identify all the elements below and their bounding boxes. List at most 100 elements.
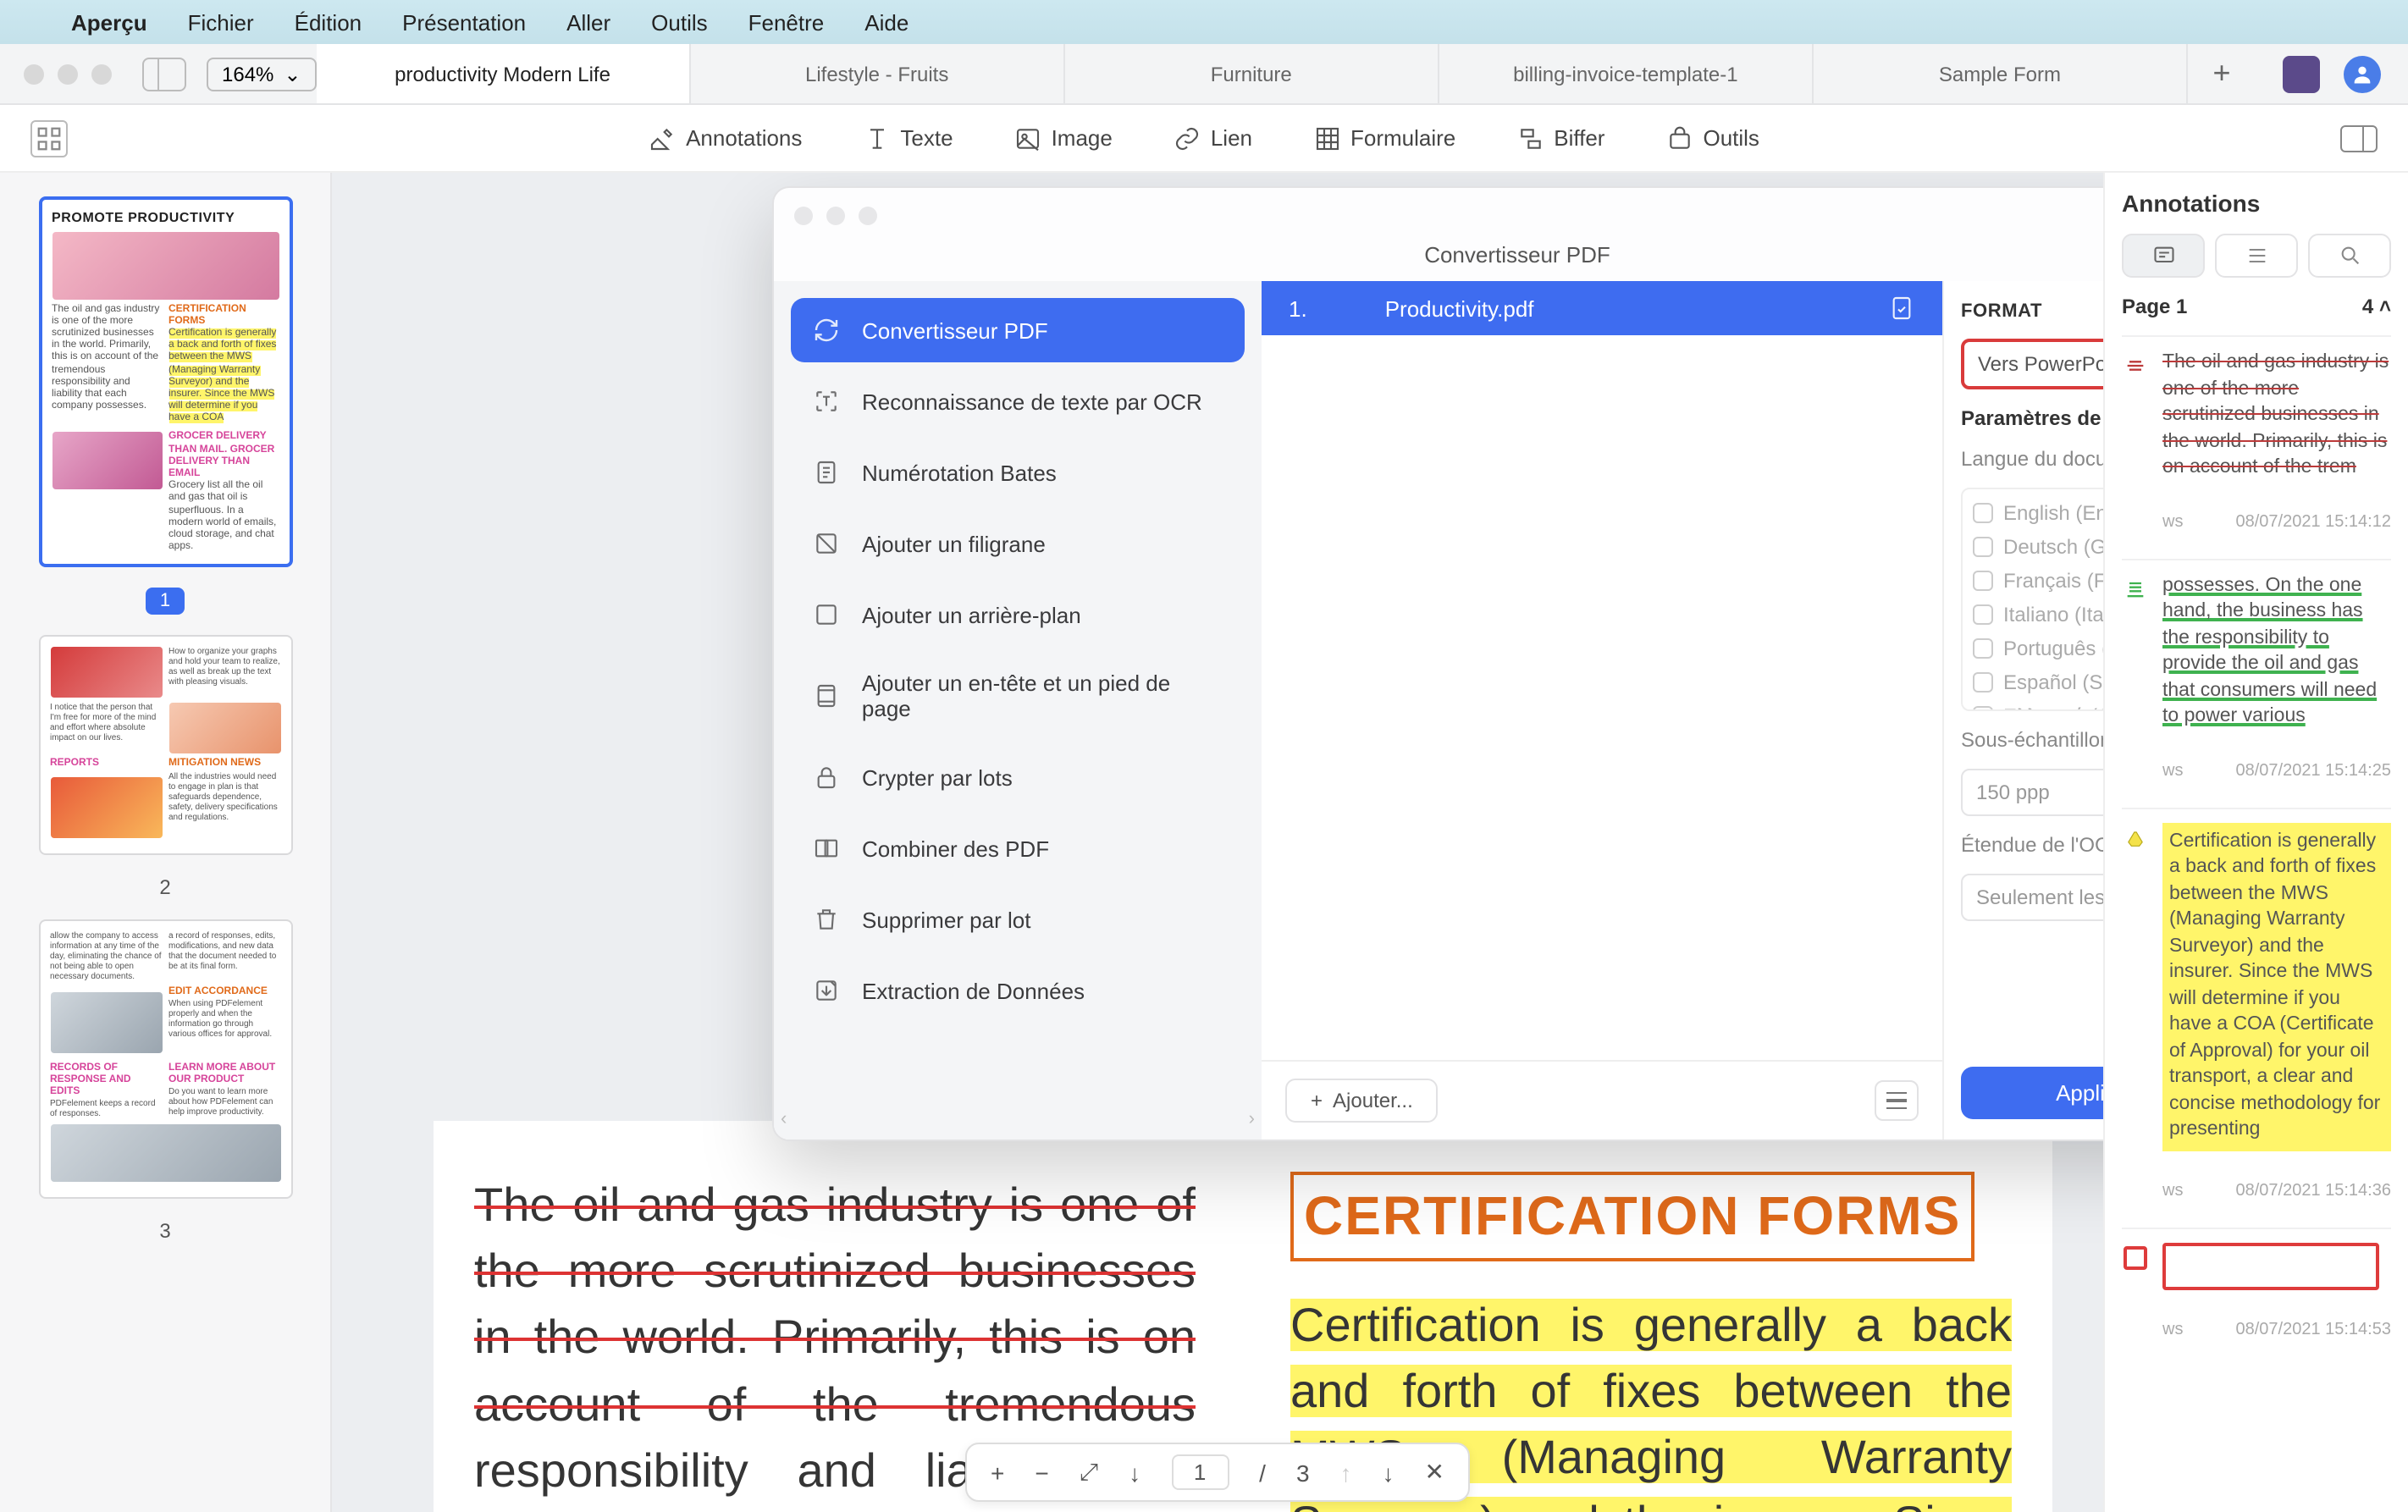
thumbnail-page-1[interactable]: PROMOTE PRODUCTIVITY The oil and gas ind… — [38, 196, 292, 568]
sidebar-item-ocr[interactable]: Reconnaissance de texte par OCR — [791, 369, 1245, 433]
app-name[interactable]: Aperçu — [71, 9, 147, 35]
sidebar-item-entete[interactable]: Ajouter un en-tête et un pied de page — [791, 654, 1245, 738]
dialog-title: Convertisseur PDF — [774, 242, 2103, 281]
lang-option[interactable]: Deutsch (German) — [1973, 530, 2103, 564]
annotation-card-underline[interactable]: possesses. On the one hand, the business… — [2122, 558, 2391, 741]
sidebar-item-arriere-plan[interactable]: Ajouter un arrière-plan — [791, 582, 1245, 647]
sidebar-item-crypter[interactable]: Crypter par lots — [791, 745, 1245, 809]
file-row[interactable]: 1. Productivity.pdf — [1262, 281, 1942, 335]
zoom-select[interactable]: 164% ⌄ — [207, 57, 317, 91]
lang-option[interactable]: Italiano (Italian) — [1973, 598, 2103, 632]
plus-icon: + — [1311, 1089, 1323, 1112]
tool-image[interactable]: Image — [1014, 124, 1113, 152]
annotation-card-strike[interactable]: The oil and gas industry is one of the m… — [2122, 335, 2391, 492]
language-list[interactable]: English (English) Deutsch (German) Franç… — [1961, 488, 2103, 711]
tab-billing[interactable]: billing-invoice-template-1 — [1439, 44, 1814, 103]
lang-option[interactable]: Español (Spanish) — [1973, 665, 2103, 699]
menu-outils[interactable]: Outils — [651, 9, 707, 35]
document-icon — [1888, 295, 1915, 322]
sidebar-item-filigrane[interactable]: Ajouter un filigrane — [791, 511, 1245, 576]
fit-width-icon[interactable]: ⤢ — [1080, 1458, 1098, 1487]
thumbnail-view-icon[interactable] — [30, 119, 68, 157]
lock-icon — [811, 762, 842, 792]
sidebar-toggle-icon[interactable] — [142, 57, 186, 91]
lang-option[interactable]: Français (French) — [1973, 564, 2103, 598]
thumbnail-page-3[interactable]: allow the company to access information … — [38, 919, 292, 1199]
chevron-up-icon: ˄ — [2379, 295, 2391, 318]
sidebar-item-combiner[interactable]: Combiner des PDF — [791, 816, 1245, 880]
tab-lifestyle[interactable]: Lifestyle - Fruits — [691, 44, 1065, 103]
annotation-card-rectangle[interactable] — [2122, 1228, 2391, 1300]
prev-page-button[interactable]: ↑ — [1340, 1459, 1352, 1486]
highlight-icon — [2122, 822, 2149, 1151]
right-panel-toggle-icon[interactable] — [2340, 124, 2378, 152]
menu-fichier[interactable]: Fichier — [188, 9, 254, 35]
document-stage[interactable]: The oil and gas industry is one of the m… — [332, 173, 2103, 1512]
page-input[interactable]: 1 — [1171, 1454, 1229, 1490]
thumbnail-sidebar: PROMOTE PRODUCTIVITY The oil and gas ind… — [0, 173, 332, 1512]
zoom-icon[interactable] — [91, 63, 112, 84]
subsample-label: Sous-échantillonner à — [1961, 728, 2103, 752]
ocr-range-select[interactable]: Seulement les PDFs nu... ⌄ — [1961, 874, 2103, 921]
menu-aller[interactable]: Aller — [566, 9, 610, 35]
tool-lien[interactable]: Lien — [1174, 124, 1252, 152]
selected-page-badge: 1 — [146, 588, 184, 615]
zoom-out-button[interactable]: − — [1035, 1459, 1048, 1486]
resize-handle-icon[interactable]: › — [1249, 1109, 1255, 1129]
apply-button[interactable]: Appliquer — [1961, 1067, 2103, 1119]
format-select[interactable]: Vers PowerPoint (.pptx) ⌄ — [1961, 339, 2103, 389]
tool-outils[interactable]: Outils — [1665, 124, 1759, 152]
search-annotations-button[interactable] — [2308, 234, 2391, 278]
list-options-button[interactable] — [1875, 1080, 1919, 1121]
tool-biffer[interactable]: Biffer — [1516, 124, 1604, 152]
app-icon[interactable] — [2283, 55, 2320, 92]
resize-handle-icon[interactable]: ‹ — [781, 1109, 787, 1129]
zoom-in-button[interactable]: + — [991, 1459, 1004, 1486]
view-comments-button[interactable] — [2122, 234, 2205, 278]
menu-presentation[interactable]: Présentation — [402, 9, 526, 35]
tab-productivity[interactable]: productivity Modern Life — [317, 44, 691, 103]
lang-option[interactable]: Ελληνικά (Greek) — [1973, 699, 2103, 711]
sidebar-item-extraction[interactable]: Extraction de Données — [791, 958, 1245, 1023]
menu-aide[interactable]: Aide — [864, 9, 909, 35]
tab-furniture[interactable]: Furniture — [1065, 44, 1439, 103]
sidebar-item-convertisseur[interactable]: Convertisseur PDF — [791, 298, 1245, 362]
dialog-close-icon[interactable] — [794, 206, 813, 224]
annotations-title: Annotations — [2122, 190, 2391, 217]
minimize-icon[interactable] — [58, 63, 78, 84]
add-file-button[interactable]: + Ajouter... — [1285, 1079, 1439, 1123]
tool-annotations[interactable]: Annotations — [649, 124, 802, 152]
next-page-button[interactable]: ↓ — [1383, 1459, 1395, 1486]
tab-sample-form[interactable]: Sample Form — [1814, 44, 2188, 103]
dialog-minimize-icon[interactable] — [826, 206, 845, 224]
lang-option[interactable]: Português (Portuguese) — [1973, 632, 2103, 665]
tool-texte[interactable]: Texte — [863, 124, 953, 152]
menu-fenetre[interactable]: Fenêtre — [748, 9, 825, 35]
macos-menubar: Aperçu Fichier Édition Présentation Alle… — [0, 0, 2408, 44]
trash-icon — [811, 904, 842, 935]
view-list-button[interactable] — [2215, 234, 2298, 278]
new-tab-button[interactable]: + — [2188, 56, 2256, 91]
user-avatar-icon[interactable] — [2344, 55, 2381, 92]
rect-annotation-preview — [2162, 1243, 2379, 1290]
file-list-empty[interactable] — [1262, 335, 1942, 1060]
thumbnail-page-2[interactable]: How to organize your graphs and hold you… — [38, 636, 292, 854]
subsample-select[interactable]: 150 ppp ⌄ — [1961, 769, 2103, 816]
sidebar-item-supprimer[interactable]: Supprimer par lot — [791, 887, 1245, 952]
lang-option[interactable]: English (English) — [1973, 496, 2103, 530]
traffic-lights[interactable] — [24, 63, 112, 84]
annotations-page-header[interactable]: Page 1 4 ˄ — [2122, 295, 2391, 318]
chevron-down-icon: ⌄ — [284, 62, 301, 86]
annotation-card-highlight[interactable]: Certification is generally a back and fo… — [2122, 807, 2391, 1161]
tool-formulaire[interactable]: Formulaire — [1313, 124, 1455, 152]
page-number-3: 3 — [159, 1219, 170, 1243]
menu-edition[interactable]: Édition — [295, 9, 362, 35]
dialog-zoom-icon[interactable] — [859, 206, 877, 224]
close-bar-button[interactable]: ✕ — [1425, 1458, 1444, 1487]
scroll-down-icon[interactable]: ↓ — [1129, 1459, 1140, 1486]
dialog-titlebar[interactable] — [774, 188, 2103, 242]
close-icon[interactable] — [24, 63, 44, 84]
sidebar-item-bates[interactable]: Numérotation Bates — [791, 440, 1245, 505]
window-chrome: 164% ⌄ productivity Modern Life Lifestyl… — [0, 44, 2408, 105]
background-icon — [811, 599, 842, 630]
